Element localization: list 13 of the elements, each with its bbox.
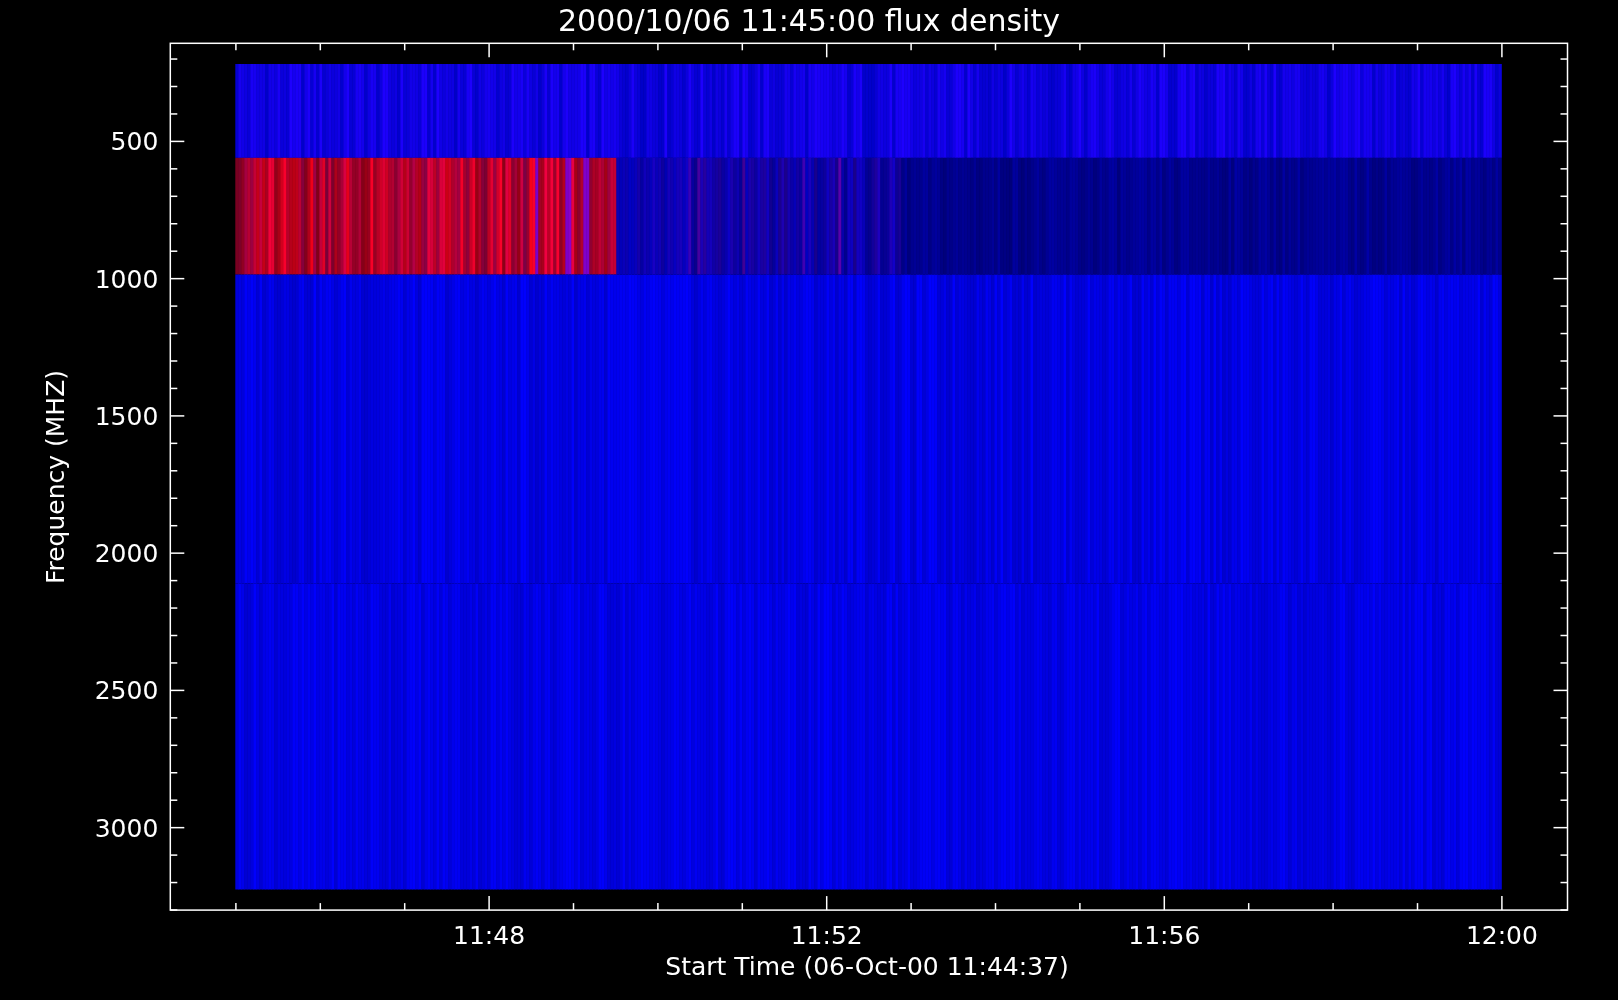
y-tick-label: 1000 [94,264,159,294]
y-tick-label: 500 [110,127,159,157]
x-tick-label: 11:56 [1128,921,1201,950]
x-tick-label: 11:48 [453,921,526,950]
x-tick-label: 12:00 [1465,921,1538,950]
y-tick-label: 2500 [94,676,159,706]
y-axis-label: Frequency (MHZ) [41,369,70,585]
y-tick-label: 1500 [94,401,159,431]
x-axis-label: Start Time (06-Oct-00 11:44:37) [665,952,1069,981]
y-tick-label: 2000 [94,539,159,569]
y-tick-label: 3000 [94,813,159,843]
x-tick-label: 11:52 [790,921,863,950]
chart-title: 2000/10/06 11:45:00 flux density [558,3,1060,38]
